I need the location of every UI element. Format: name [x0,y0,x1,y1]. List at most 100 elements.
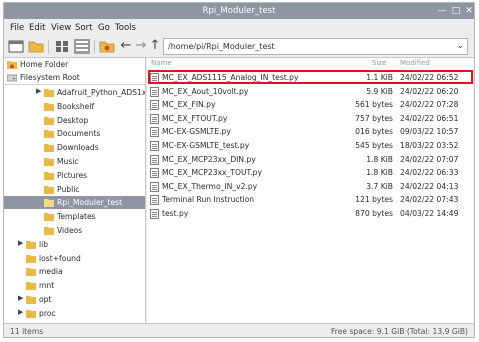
file-row[interactable]: MC_EX_Thermo_IN_v2.py 3.7 KiB 24/02/22 04:… [147,180,474,193]
sidebar-divider [4,84,145,85]
menu-file[interactable]: File [10,23,24,33]
public-folder-icon [44,185,54,194]
chevron-down-icon[interactable]: ⌄ [456,41,464,51]
file-modified: 24/02/22 06:20 [400,86,459,96]
text-file-icon [150,168,159,179]
sidebar-item-label: Rpi_Moduler_test [57,198,123,208]
toolbar-separator [94,40,95,54]
sidebar-item-downloads[interactable]: Downloads [4,141,145,154]
column-size[interactable]: Size [372,59,386,67]
minimize-icon[interactable]: — [436,5,448,17]
menu-sort[interactable]: Sort [75,23,92,33]
sidebar-item-adafruit-python-ads1x15[interactable]: ▶ Adafruit_Python_ADS1x15 [4,86,145,99]
folder-icon [26,240,36,249]
file-name: MC_EX_FTOUT.py [162,113,228,123]
file-name: MC_EX_MCP23xx_TOUT.py [162,168,262,178]
sidebar-item-media[interactable]: media [4,265,145,278]
folder-icon [26,282,36,291]
file-size: 1.8 KiB [366,154,393,164]
sidebar-item-lost-found[interactable]: lost+found [4,252,145,265]
sidebar-item-desktop[interactable]: Desktop [4,114,145,127]
file-name: MC_EX_FIN.py [162,100,216,110]
file-manager-window: Rpi_Moduler_test — □ ✕ File Edit View So… [3,2,475,338]
file-row[interactable]: Terminal Run Instruction 121 bytes 24/02/2… [147,193,474,206]
text-file-icon [150,113,159,124]
new-tab-icon[interactable] [8,39,24,54]
file-modified: 24/02/22 07:07 [400,154,459,164]
menu-tools[interactable]: Tools [115,23,136,33]
file-size: 1.8 KiB [366,168,393,178]
sidebar-item-label: Pictures [57,170,88,180]
file-row[interactable]: test.py 870 bytes 04/03/22 14:49 [147,207,474,220]
expand-arrow-icon[interactable]: ▶ [18,239,23,247]
file-row[interactable]: MC_EX_Aout_10volt.py 5.9 KiB 24/02/22 06:2… [147,85,474,98]
file-modified: 24/02/22 04:13 [400,181,459,191]
icon-view-icon[interactable] [54,39,70,54]
file-name: MC_EX_Thermo_IN_v2.py [162,181,258,191]
file-modified: 18/03/22 03:52 [400,141,459,150]
text-file-icon [150,181,159,192]
text-file-icon [150,127,159,138]
bookmark-folder-icon[interactable] [99,39,115,54]
status-bar: 11 items Free space: 9.1 GiB (Total: 13.… [4,323,474,337]
up-arrow-icon[interactable]: ↑ [147,39,163,54]
annotation-highlight-box [148,70,473,84]
folder-icon [44,102,54,111]
home-folder-icon [7,61,17,69]
file-size: 5.9 KiB [366,86,393,96]
sidebar-item-templates[interactable]: Templates [4,210,145,223]
menu-go[interactable]: Go [98,23,110,33]
new-folder-icon[interactable] [28,39,44,54]
sidebar-item-home-folder[interactable]: Home Folder [4,58,145,71]
sidebar-item-public[interactable]: Public [4,183,145,196]
toolbar-separator [48,40,49,54]
expand-arrow-icon[interactable]: ▶ [18,294,23,302]
file-row[interactable]: MC_EX_MCP23xx_DIN.py 1.8 KiB 24/02/22 07:0… [147,153,474,166]
sidebar-item-mnt[interactable]: mnt [4,279,145,292]
sidebar-item-pictures[interactable]: Pictures [4,169,145,182]
file-row[interactable]: MC-EX-GSMLTE.py 016 bytes 09/03/22 10:57 [147,125,474,138]
text-file-icon [150,141,159,151]
sidebar-item-proc[interactable]: ▶ proc [4,307,145,320]
sidebar-item-filesystem-root[interactable]: Filesystem Root [4,71,145,84]
sidebar-item-label: Bookshelf [57,101,95,111]
sidebar-item-rpi-moduler-test[interactable]: Rpi_Moduler_test [4,196,145,210]
file-size: 3.7 KiB [366,181,393,191]
sidebar-item-opt[interactable]: ▶ opt [4,293,145,306]
downloads-folder-icon [44,144,54,153]
file-modified: 09/03/22 10:57 [400,127,459,137]
file-row[interactable]: MC-EX-GSMLTE_test.py 545 bytes 18/03/22 03… [147,139,474,152]
expand-arrow-icon[interactable]: ▶ [18,308,23,316]
file-row[interactable]: MC_EX_MCP23xx_TOUT.py 1.8 KiB 24/02/22 06:… [147,166,474,179]
sidebar: Home Folder Filesystem Root ▶ Adafruit_Py… [4,58,146,323]
expand-arrow-icon[interactable]: ▶ [36,87,41,95]
column-name[interactable]: Name [151,59,172,67]
file-modified: 24/02/22 07:28 [400,100,459,110]
folder-icon [26,296,36,304]
close-icon[interactable]: ✕ [463,5,474,17]
path-text: /home/pi/Rpi_Moduler_test [168,42,275,51]
sidebar-item-videos[interactable]: Videos [4,224,145,237]
file-row[interactable]: MC_EX_FTOUT.py 757 bytes 24/02/22 06:51 [147,112,474,125]
desktop-folder-icon [44,116,54,125]
sidebar-item-label: mnt [39,281,55,291]
list-view-icon[interactable] [74,39,90,54]
text-file-icon [150,195,159,206]
toolbar: ← → ↑ /home/pi/Rpi_Moduler_test ⌄ [4,36,474,58]
menu-view[interactable]: View [51,23,71,33]
text-file-icon [150,100,159,111]
file-row[interactable]: MC_EX_FIN.py 561 bytes 24/02/22 07:28 [147,98,474,111]
sidebar-item-documents[interactable]: Documents [4,127,145,140]
menu-edit[interactable]: Edit [29,23,45,33]
maximize-icon[interactable]: □ [450,5,462,17]
back-arrow-icon[interactable]: ← [118,39,134,54]
sidebar-item-label: Public [57,184,80,194]
sidebar-item-lib[interactable]: ▶ lib [4,238,145,251]
file-size: 016 bytes [355,127,393,137]
sidebar-item-music[interactable]: Music [4,155,145,168]
title-bar: Rpi_Moduler_test — □ ✕ [4,3,474,19]
sidebar-item-bookshelf[interactable]: Bookshelf [4,100,145,113]
column-modified[interactable]: Modified [400,59,430,67]
sidebar-item-label: Templates [57,212,96,222]
path-input[interactable]: /home/pi/Rpi_Moduler_test ⌄ [163,38,468,55]
